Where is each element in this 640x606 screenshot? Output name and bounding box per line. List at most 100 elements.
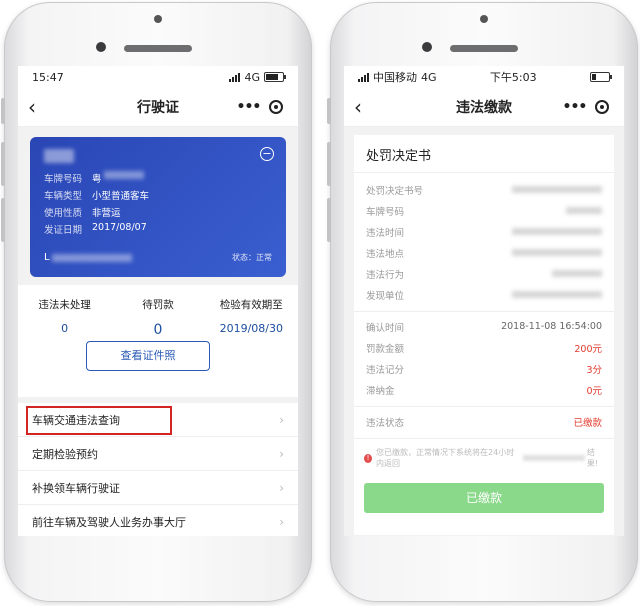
issue-value: 2017/08/07: [92, 222, 147, 233]
field-row: 违法时间: [354, 221, 614, 242]
stat-fine-label: 待罚款: [142, 299, 174, 311]
menu-item-label: 定期检验预约: [32, 447, 98, 461]
field-label: 罚款金额: [366, 343, 405, 355]
menu-item-service-hall[interactable]: 前往车辆及驾驶人业务办事大厅 ›: [18, 505, 298, 536]
plate-label: 车牌号码: [44, 174, 83, 185]
volume-down-button: [327, 198, 331, 242]
field-row: 违法记分 3分: [354, 358, 614, 379]
field-value-blurred: [512, 291, 602, 298]
field-row: 处罚决定书号: [354, 179, 614, 200]
field-label: 滞纳金: [366, 385, 395, 397]
more-icon[interactable]: •••: [563, 99, 588, 115]
carrier-name: 中国移动: [373, 71, 417, 84]
service-menu: 车辆交通违法查询 › 定期检验预约 › 补换领车辆行驶证 › 前往车辆及驾驶人业务办事…: [18, 403, 298, 536]
stat-inspection-value: 2019/08/30: [219, 322, 284, 335]
stat-inspection-label: 检验有效期至: [219, 299, 283, 311]
chevron-right-icon: ›: [279, 446, 284, 461]
notice-text-end: 结果!: [586, 448, 599, 468]
menu-item-violation-query[interactable]: 车辆交通违法查询 ›: [18, 403, 298, 437]
field-row: 发现单位: [354, 284, 614, 305]
status-bar: 中国移动 4G 下午5:03: [344, 66, 624, 88]
field-row: 滞纳金 0元: [354, 379, 614, 400]
status-bar: 15:47 4G: [18, 66, 298, 88]
nav-bar: ‹ 行驶证 •••: [18, 88, 298, 127]
close-miniapp-icon[interactable]: [595, 100, 610, 114]
late-fee-value: 0元: [586, 385, 602, 397]
close-miniapp-icon[interactable]: [269, 100, 284, 114]
screen-right: 中国移动 4G 下午5:03 ‹ 违法缴款 ••• 处罚决定书 处罚决定书号 车…: [344, 66, 624, 536]
earpiece: [450, 45, 518, 52]
license-card: − 车牌号码粤 车辆类型 小型普通客车 使用性质 非营运 发证日期 2017/08/0…: [30, 137, 286, 277]
field-row: 车牌号码: [354, 200, 614, 221]
field-row: 确认时间 2018-11-08 16:54:00: [354, 316, 614, 337]
field-label: 车牌号码: [366, 206, 405, 218]
mute-switch: [1, 98, 5, 124]
issue-label: 发证日期: [44, 225, 83, 236]
payment-notice: ! 您已缴款，正常情况下系统将在24小时内返回 结果!: [364, 447, 604, 469]
field-value-blurred: [552, 270, 602, 277]
notice-blur: [522, 455, 585, 461]
license-state: 状态：正常: [232, 253, 272, 262]
field-value-blurred: [512, 249, 602, 256]
stat-unhandled[interactable]: 违法未处理 0: [18, 297, 111, 338]
field-label: 违法记分: [366, 364, 405, 376]
penalty-decision-card: 处罚决定书 处罚决定书号 车牌号码 违法时间 违法地点 违法行为 发现单位 确认…: [354, 135, 614, 535]
use-label: 使用性质: [44, 208, 83, 219]
stat-inspection[interactable]: 检验有效期至 2019/08/30: [205, 297, 298, 338]
divider: [354, 406, 614, 407]
status-time: 下午5:03: [489, 71, 537, 84]
field-value-blurred: [512, 228, 602, 235]
back-icon[interactable]: ‹: [354, 95, 362, 119]
divider: [354, 311, 614, 312]
stat-fine[interactable]: 待罚款 0: [111, 297, 204, 338]
screen-left: 15:47 4G ‹ 行驶证 ••• − 车牌号码粤 车辆类型 小型普通客车 使用…: [18, 66, 298, 536]
menu-item-reissue-license[interactable]: 补换领车辆行驶证 ›: [18, 471, 298, 505]
menu-item-label: 车辆交通违法查询: [32, 413, 120, 427]
front-camera: [96, 42, 106, 52]
miniapp-capsule: •••: [232, 96, 288, 118]
chevron-right-icon: ›: [279, 412, 284, 427]
more-icon[interactable]: •••: [237, 99, 262, 115]
plate-blur: [103, 171, 144, 179]
field-label: 确认时间: [366, 322, 405, 334]
camera-dot: [480, 15, 488, 23]
type-label: 车辆类型: [44, 191, 83, 202]
menu-item-inspection-booking[interactable]: 定期检验预约 ›: [18, 437, 298, 471]
volume-down-button: [1, 198, 5, 242]
field-row: 违法行为: [354, 263, 614, 284]
penalty-points-value: 3分: [586, 364, 602, 376]
field-label: 违法行为: [366, 269, 405, 281]
signal-icon: [229, 72, 241, 82]
battery-icon: [264, 72, 286, 82]
nav-bar: ‹ 违法缴款 •••: [344, 88, 624, 127]
divider: [354, 438, 614, 439]
alert-icon: !: [364, 453, 373, 463]
field-label: 处罚决定书号: [366, 185, 424, 197]
field-label: 违法时间: [366, 227, 405, 239]
stat-fine-value: 0: [153, 322, 163, 338]
field-label: 违法地点: [366, 248, 405, 260]
field-label: 违法状态: [366, 417, 405, 429]
phone-left: 15:47 4G ‹ 行驶证 ••• − 车牌号码粤 车辆类型 小型普通客车 使用…: [1, 2, 312, 602]
field-label: 发现单位: [366, 290, 405, 302]
use-value: 非营运: [92, 208, 121, 219]
field-row: 罚款金额 200元: [354, 337, 614, 358]
field-row: 违法地点: [354, 242, 614, 263]
view-certificate-button[interactable]: 查看证件照: [86, 341, 210, 371]
status-row: 违法状态 已缴款: [354, 411, 614, 432]
type-value: 小型普通客车: [92, 191, 150, 202]
stats-panel: 违法未处理 0 待罚款 0 检验有效期至 2019/08/30 查看证件照: [18, 285, 298, 397]
vin-prefix: L: [44, 252, 50, 263]
back-icon[interactable]: ‹: [28, 95, 36, 119]
network-type: 4G: [421, 70, 437, 84]
stat-unhandled-value: 0: [61, 322, 69, 335]
collapse-icon[interactable]: −: [260, 147, 274, 161]
chevron-right-icon: ›: [279, 514, 284, 529]
mute-switch: [327, 98, 331, 124]
owner-name-blurred: [44, 149, 74, 163]
status-time: 15:47: [32, 70, 64, 84]
field-value-blurred: [566, 207, 602, 214]
violation-status-value: 已缴款: [573, 417, 602, 429]
paid-button[interactable]: 已缴款: [364, 483, 604, 513]
phone-right: 中国移动 4G 下午5:03 ‹ 违法缴款 ••• 处罚决定书 处罚决定书号 车…: [327, 2, 638, 602]
